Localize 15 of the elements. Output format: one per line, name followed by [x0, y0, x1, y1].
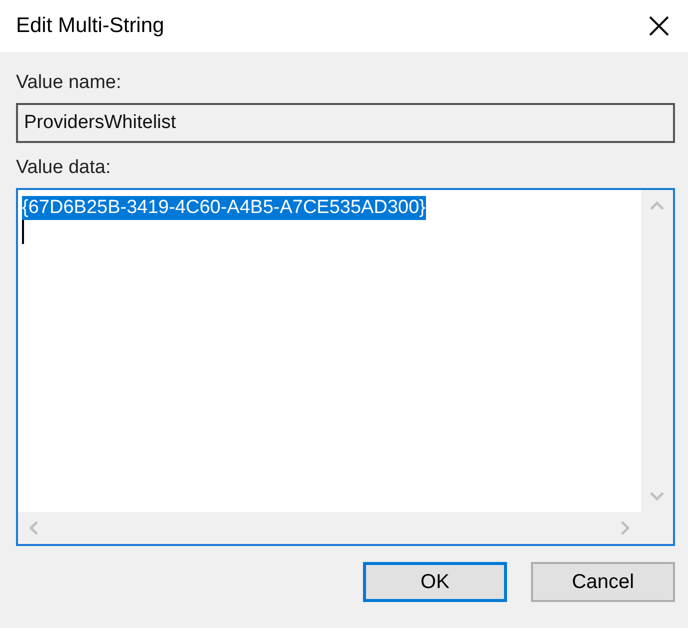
horizontal-scrollbar[interactable]	[18, 512, 641, 544]
text-cursor	[22, 220, 24, 244]
value-name-field[interactable]: ProvidersWhitelist	[16, 103, 675, 143]
value-data-field[interactable]: {67D6B25B-3419-4C60-A4B5-A7CE535AD300}	[16, 188, 675, 546]
scroll-down-icon[interactable]	[649, 490, 665, 502]
dialog-button[interactable]: Cancel	[531, 562, 675, 602]
field-label: Value data:	[16, 157, 112, 179]
scroll-up-icon[interactable]	[649, 200, 665, 212]
close-icon	[648, 15, 670, 37]
window-title: Edit Multi-String	[16, 14, 164, 38]
scroll-right-icon[interactable]	[619, 520, 631, 536]
field-label: Value name:	[16, 72, 122, 94]
vertical-scrollbar[interactable]	[641, 190, 673, 512]
default-button[interactable]: OK	[363, 562, 507, 602]
scroll-left-icon[interactable]	[28, 520, 40, 536]
